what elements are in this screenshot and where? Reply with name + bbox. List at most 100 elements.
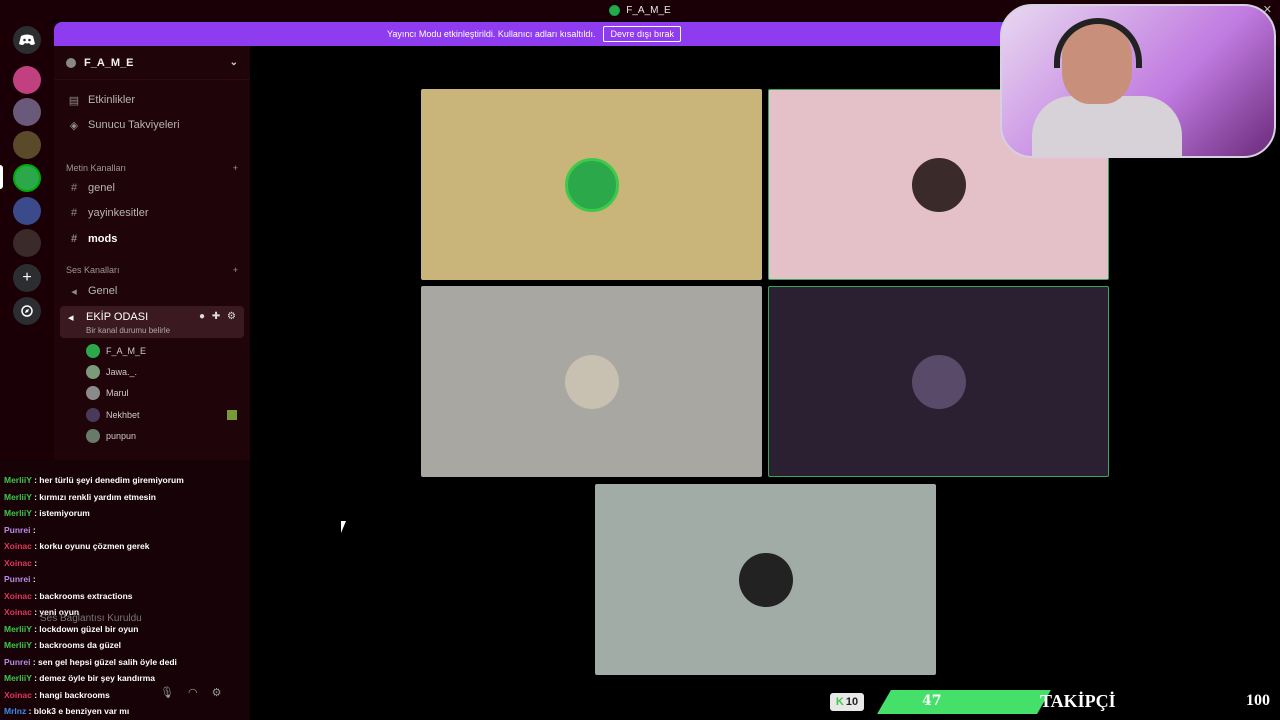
chat-text: : backrooms extractions	[31, 590, 133, 601]
chat-username[interactable]: Xoinac	[4, 558, 32, 568]
avatar	[738, 552, 793, 607]
goal-current: 47	[922, 693, 942, 709]
channel-mods[interactable]: # mods	[60, 228, 244, 250]
participant-tile[interactable]	[595, 484, 936, 675]
participant-tile[interactable]	[421, 286, 762, 477]
kick-badge: K 10	[830, 693, 864, 711]
chat-username[interactable]: Xoinac	[4, 607, 32, 617]
chat-username[interactable]: MerliiY	[4, 624, 32, 634]
text-category-label: Metin Kanalları	[66, 163, 127, 173]
voice-connected-status: Ses Bağlantısı Kuruldu	[40, 613, 142, 624]
chat-text: : backrooms da güzel	[31, 640, 121, 650]
avatar	[911, 157, 966, 212]
chat-message: MerliiY : her türlü şeyi denedim giremiy…	[4, 475, 184, 485]
server-icon[interactable]	[13, 131, 41, 159]
headphones-icon[interactable]: ◠	[188, 686, 198, 699]
voice-category[interactable]: Ses Kanalları +	[66, 265, 238, 275]
explore-icon[interactable]	[13, 297, 41, 325]
voice-member[interactable]: punpun	[86, 426, 136, 446]
chat-message: Punrei :	[4, 525, 36, 535]
goal-progress-fill	[877, 690, 1051, 714]
chat-message: Xoinac : hangi backrooms	[4, 690, 110, 700]
disable-streamer-mode-button[interactable]: Devre dışı bırak	[603, 26, 681, 42]
chat-username[interactable]: MerliiY	[4, 640, 32, 650]
active-server-pip	[0, 165, 3, 189]
chat-username[interactable]: MerliiY	[4, 508, 32, 518]
goal-label: TAKİPÇİ	[1040, 691, 1116, 711]
mouse-cursor	[341, 521, 346, 533]
chat-username[interactable]: Punrei	[4, 574, 30, 584]
voice-member[interactable]: Nekhbet	[86, 405, 140, 425]
server-header[interactable]: F_A_M_E ⌄	[54, 46, 250, 80]
text-category[interactable]: Metin Kanalları +	[66, 163, 238, 173]
chat-message: Punrei :	[4, 574, 36, 584]
gear-icon[interactable]: ⚙	[212, 686, 222, 699]
chat-username[interactable]: Punrei	[4, 525, 30, 535]
voice-category-label: Ses Kanalları	[66, 265, 120, 275]
voice-channel-active[interactable]: ◂ EKİP ODASI Bir kanal durumu belirle ● …	[60, 306, 244, 338]
chat-username[interactable]: MerliiY	[4, 673, 32, 683]
app-icon	[609, 4, 621, 16]
server-icon[interactable]	[13, 98, 41, 126]
voice-channel-genel[interactable]: ◂ Genel	[60, 280, 244, 302]
chat-username[interactable]: MerliiY	[4, 475, 32, 485]
speaker-icon: ◂	[71, 285, 77, 298]
server-icon[interactable]	[13, 66, 41, 94]
channel-genel[interactable]: # genel	[60, 177, 244, 199]
avatar	[86, 344, 100, 358]
chat-username[interactable]: MerliiY	[4, 492, 32, 502]
add-channel-icon[interactable]: +	[233, 163, 238, 173]
voice-member[interactable]: Marul	[86, 383, 129, 403]
voice-member[interactable]: Jawa._.	[86, 362, 137, 382]
avatar	[86, 408, 100, 422]
events-item[interactable]: ▤ Etkinlikler	[60, 89, 244, 111]
channel-status[interactable]: Bir kanal durumu belirle	[86, 326, 170, 335]
participant-tile[interactable]	[421, 89, 762, 280]
member-name: Nekhbet	[106, 410, 140, 420]
microphone-icon[interactable]: 🎙	[160, 686, 174, 699]
discord-home-icon[interactable]	[13, 26, 41, 54]
chat-text: : demez öyle bir şey kandırma	[31, 673, 156, 683]
avatar	[564, 157, 619, 212]
chat-message: Mrlnz : blok3 e benziyen var mı	[4, 706, 129, 716]
webcam-overlay	[1000, 4, 1276, 158]
avatar	[911, 354, 966, 409]
add-channel-icon[interactable]: +	[233, 265, 238, 275]
chat-message: Xoinac :	[4, 558, 37, 568]
boosts-label: Sunucu Takviyeleri	[88, 119, 180, 131]
chat-message: MerliiY : kırmızı renkli yardım etmesin	[4, 492, 156, 502]
active-voice-name: EKİP ODASI	[86, 311, 149, 323]
boosts-item[interactable]: ◈ Sunucu Takviyeleri	[60, 114, 244, 136]
chat-username[interactable]: Mrlnz	[4, 706, 26, 716]
kick-icon: K	[835, 696, 844, 708]
hash-icon: #	[70, 233, 78, 245]
activity-icon	[227, 410, 237, 420]
chat-message: MerliiY : istemiyorum	[4, 508, 90, 518]
channel-yayinkesitler[interactable]: # yayinkesitler	[60, 202, 244, 224]
calendar-icon: ▤	[68, 94, 80, 107]
add-server-icon[interactable]: +	[13, 264, 41, 292]
server-icon[interactable]	[13, 197, 41, 225]
chat-message: MerliiY : demez öyle bir şey kandırma	[4, 673, 155, 683]
channel-label: Genel	[88, 285, 118, 297]
chat-username[interactable]: Xoinac	[4, 541, 32, 551]
chat-text: : her türlü şeyi denedim giremiyorum	[31, 475, 184, 485]
member-name: Marul	[106, 388, 129, 398]
app-root: F_A_M_E ✕ + Yayıncı Modu etkinleştirildi…	[0, 0, 1280, 720]
participant-tile[interactable]	[768, 286, 1109, 477]
follower-goal-bar: K 10 47 TAKİPÇİ 100	[826, 688, 1280, 716]
chat-text: : kırmızı renkli yardım etmesin	[31, 491, 156, 502]
channel-tools-icon[interactable]: ● ✚ ⚙	[199, 311, 238, 322]
member-name: punpun	[106, 431, 137, 441]
chat-text: :	[30, 574, 36, 584]
chat-username[interactable]: Xoinac	[4, 690, 32, 700]
server-icon[interactable]	[13, 229, 41, 257]
server-name: F_A_M_E	[84, 56, 134, 69]
avatar	[564, 354, 619, 409]
server-rail: +	[0, 20, 54, 460]
chat-username[interactable]: Punrei	[4, 657, 30, 667]
voice-member[interactable]: F_A_M_E	[86, 341, 146, 361]
chat-message: MerliiY : backrooms da güzel	[4, 640, 121, 650]
server-icon-fame[interactable]	[13, 164, 41, 192]
chat-username[interactable]: Xoinac	[4, 591, 32, 601]
